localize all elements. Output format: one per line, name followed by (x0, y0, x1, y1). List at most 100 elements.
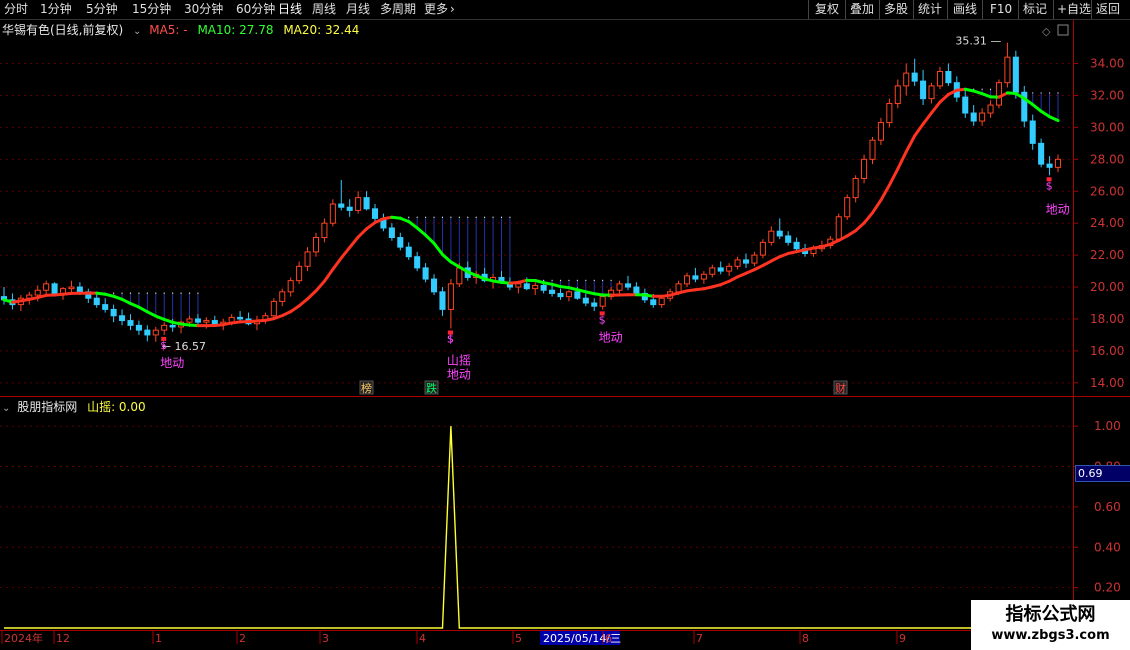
candle-body (869, 139, 876, 160)
tab-5min[interactable]: 5分钟 (86, 1, 118, 18)
tab-fenshi[interactable]: 分时 (4, 1, 28, 18)
candle-body (827, 238, 834, 247)
ma-line-segment (1039, 109, 1052, 119)
candle-body (633, 286, 640, 294)
candle-body (119, 315, 126, 322)
ma-band-dot (475, 216, 477, 218)
ma-line-segment (837, 234, 849, 242)
ma-line-segment (854, 221, 866, 233)
overlay-button[interactable]: 叠加 (850, 1, 874, 18)
ma-line-segment (36, 293, 48, 300)
candle-body (228, 316, 235, 323)
signal-dollar-icon: $ (447, 333, 454, 346)
ma-line-segment (10, 299, 23, 304)
event-tag: 榜 (361, 381, 372, 395)
candle-body (17, 297, 24, 306)
ma-band-dot (458, 216, 460, 218)
ma-line-segment (424, 233, 436, 245)
candle-body (0, 296, 8, 301)
candle-body (473, 273, 480, 278)
candle-body (802, 248, 809, 255)
ma-line-segment (331, 256, 343, 271)
ma-line-segment (289, 304, 301, 314)
chevron-right-icon[interactable]: › (450, 1, 455, 18)
tab-weekly[interactable]: 周线 (312, 1, 336, 18)
tab-30min[interactable]: 30分钟 (184, 1, 223, 18)
candle-body (742, 259, 750, 264)
ma-line-segment (913, 122, 925, 138)
signal-marker (1046, 177, 1052, 182)
crosshair-date-highlight (540, 631, 620, 645)
toolbar-divider (913, 0, 914, 19)
candle-body (178, 321, 185, 328)
ma-line-segment (887, 167, 900, 187)
ma-line-segment (348, 235, 360, 249)
fuquan-button[interactable]: 复权 (815, 1, 839, 18)
ma-line-segment (398, 216, 411, 224)
candle-body (532, 284, 539, 290)
candle-body (253, 320, 260, 325)
ma-line-segment (727, 275, 740, 283)
candle-body (110, 308, 117, 317)
price-chart: 14.00 16.00 18.00 20.00 22.00 24.00 26.00 28.00… (0, 20, 1130, 645)
draw-line-button[interactable]: 画线 (953, 1, 977, 18)
candle-body (928, 85, 935, 100)
candle-body (616, 283, 623, 291)
ma-line-segment (862, 211, 874, 225)
f10-button[interactable]: F10 (990, 1, 1012, 18)
ma-line-segment (761, 259, 773, 267)
back-button[interactable]: 返回 (1096, 1, 1120, 18)
ma-band-dot (998, 88, 1000, 90)
add-watchlist-button[interactable]: +自选 (1057, 1, 1091, 18)
ma-line-segment (255, 318, 267, 323)
candle-body (549, 289, 556, 294)
y-tick-label: 18.00 (1090, 312, 1124, 326)
candle-body (439, 291, 446, 310)
candle-body (237, 316, 244, 320)
ma-line-segment (365, 221, 377, 231)
diamond-icon: ◇ (1042, 25, 1051, 38)
tab-15min[interactable]: 15分钟 (132, 1, 171, 18)
event-tag: 财 (835, 381, 846, 395)
tab-multi-period[interactable]: 多周期 (380, 1, 416, 18)
tab-more[interactable]: 更多 (424, 1, 448, 18)
candle-body (683, 275, 691, 285)
toolbar-divider (808, 0, 809, 19)
ma-line-segment (306, 289, 318, 301)
mark-button[interactable]: 标记 (1023, 1, 1047, 18)
event-tag-box (424, 380, 439, 395)
candle-body (936, 71, 943, 87)
dropdown-circle-icon[interactable]: ⌄ (2, 403, 10, 414)
current-value-badge: 0.69 (1075, 465, 1130, 482)
statistics-button[interactable]: 统计 (918, 1, 942, 18)
ma-line-segment (263, 317, 276, 322)
watermark-url: www.zbgs3.com (991, 628, 1110, 643)
candle-body (793, 241, 800, 250)
ma-band-dot (416, 216, 418, 218)
ma-line-segment (567, 286, 579, 292)
candle-body (540, 284, 547, 291)
ma-line-segment (179, 322, 192, 327)
ma-line-segment (904, 134, 917, 154)
candle-body (85, 291, 92, 299)
ma-line-segment (584, 290, 596, 296)
tab-1min[interactable]: 1分钟 (40, 1, 72, 18)
tab-60min[interactable]: 60分钟 (236, 1, 275, 18)
tab-monthly[interactable]: 月线 (346, 1, 370, 18)
ma-line-segment (322, 267, 335, 283)
dropdown-circle-icon[interactable]: ⌄ (133, 26, 141, 37)
ma-line-segment (575, 288, 588, 294)
ma-line-segment (449, 260, 461, 269)
candle-body (388, 227, 395, 239)
candle-body (68, 286, 75, 290)
signal-dollar-icon: $ (1046, 179, 1053, 192)
ma-band-dot (492, 216, 494, 218)
multi-stock-button[interactable]: 多股 (884, 1, 908, 18)
tab-daily[interactable]: 日线 (278, 1, 302, 18)
ma-line-segment (120, 297, 132, 305)
watermark-logo: 指标公式网 www.zbgs3.com (971, 600, 1130, 650)
ma-line-segment (668, 291, 681, 297)
toolbar-divider (1091, 0, 1092, 19)
signal-dollar-icon: $ (599, 313, 606, 326)
candle-body (717, 267, 724, 272)
